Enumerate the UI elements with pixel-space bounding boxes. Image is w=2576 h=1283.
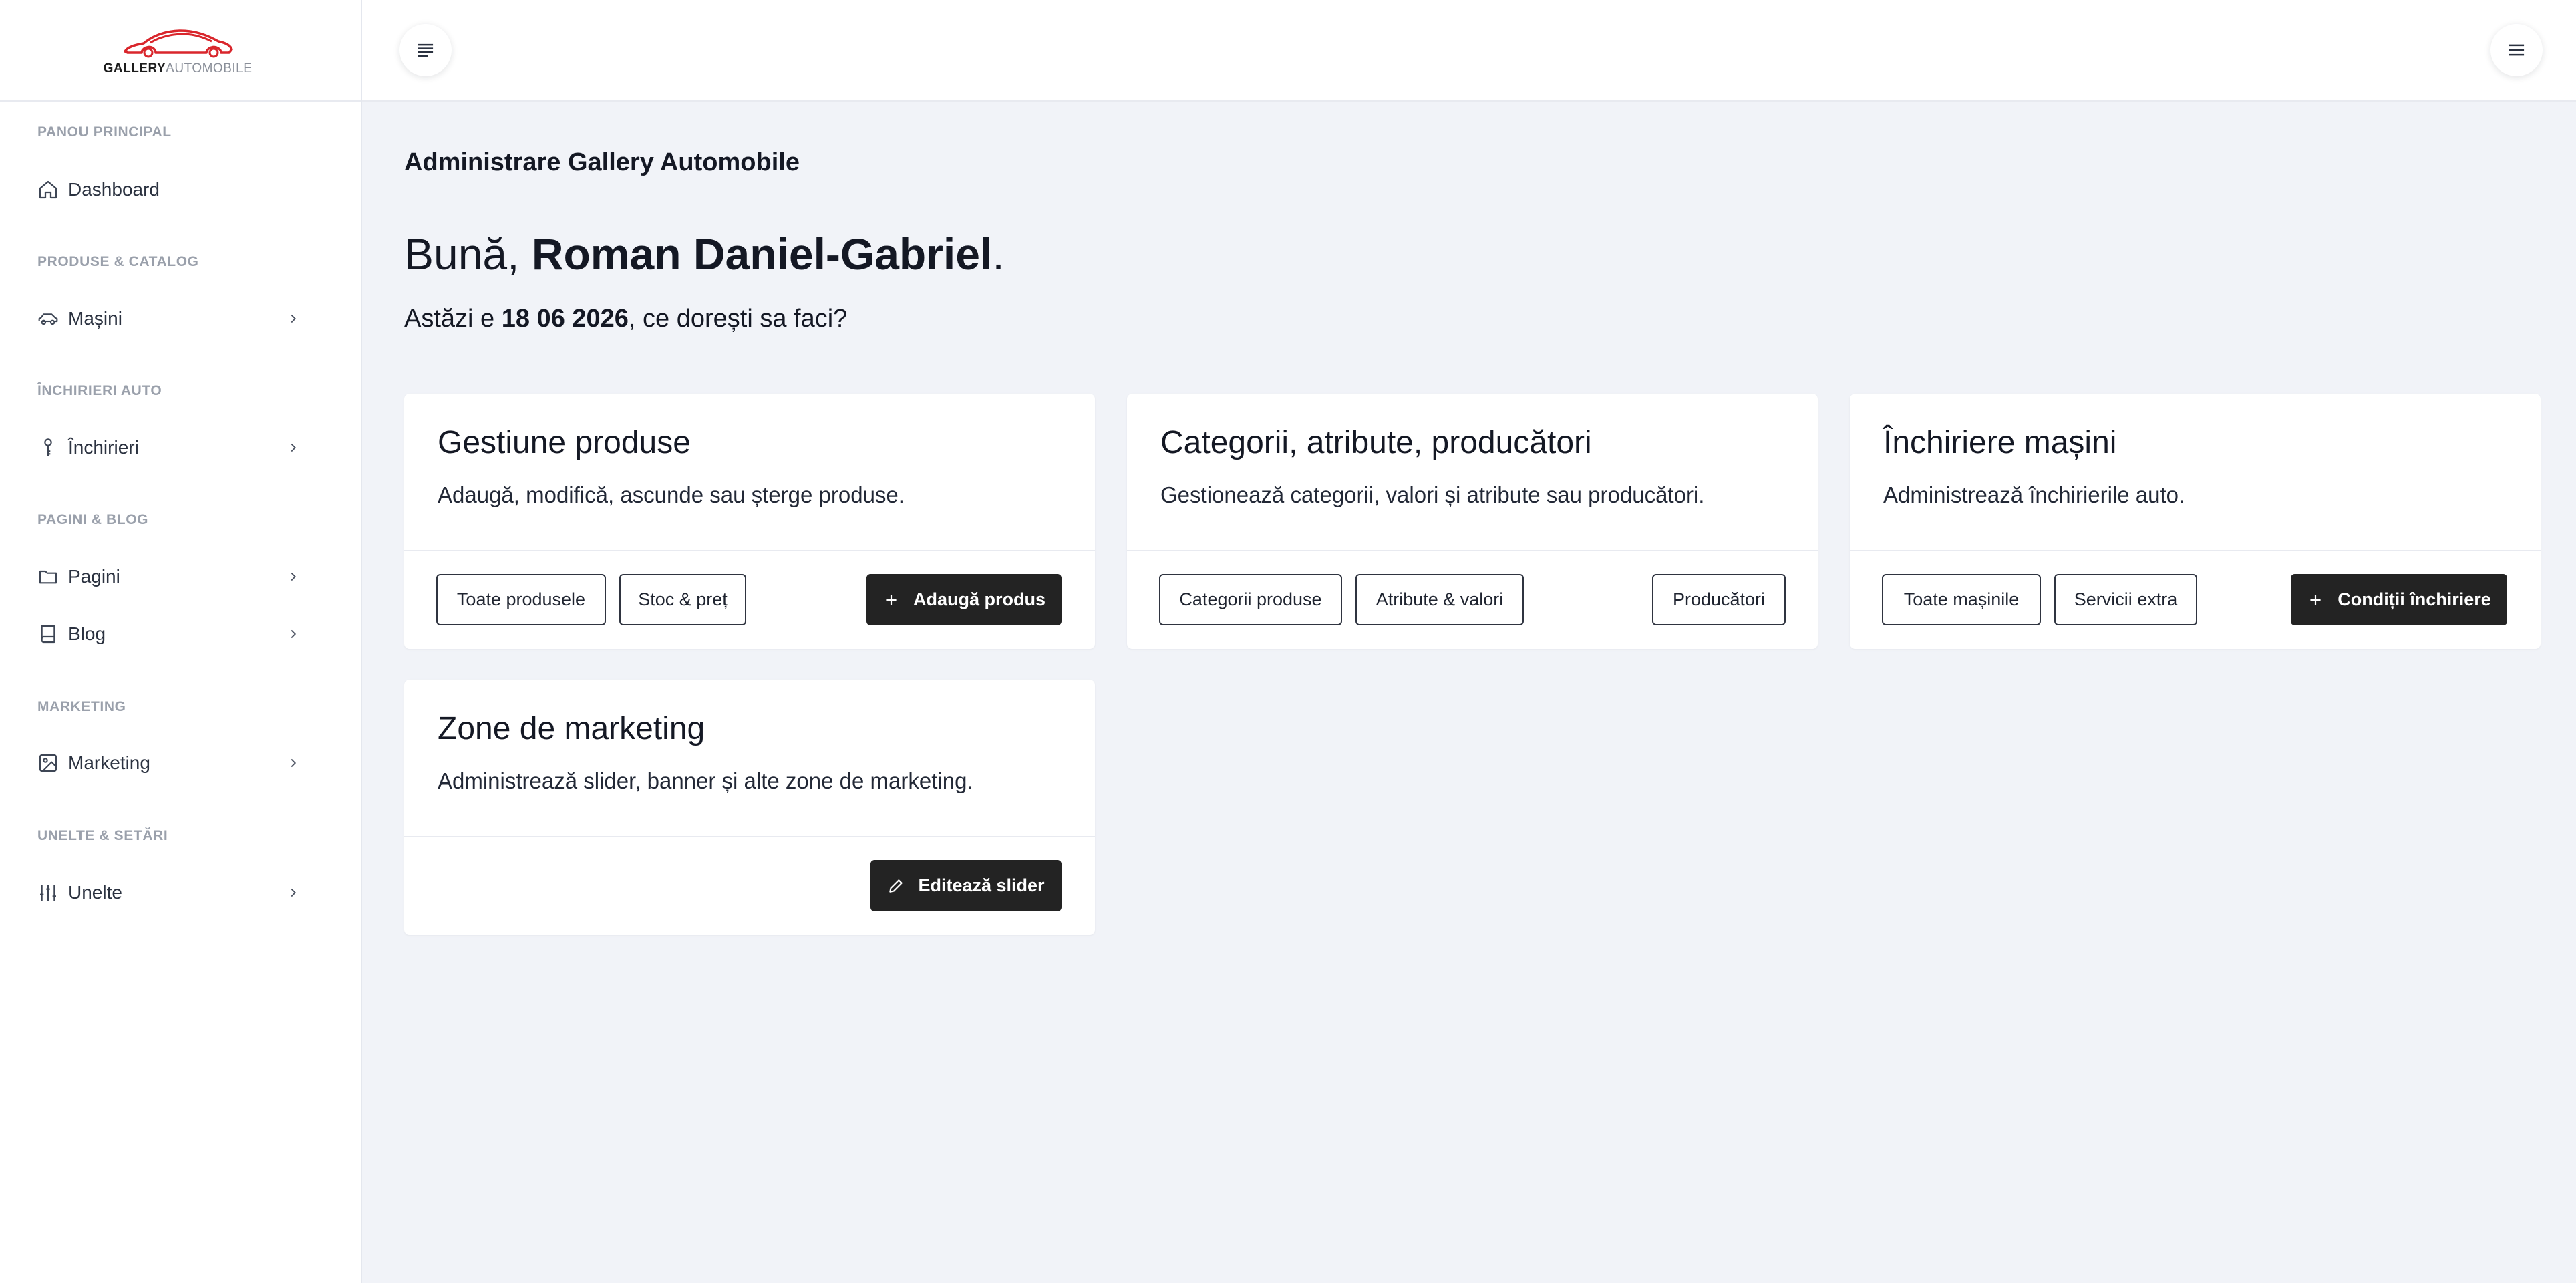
- sidebar-item-blog[interactable]: Blog: [37, 614, 302, 654]
- align-left-icon: [413, 37, 438, 63]
- sidebar-item-label: Blog: [68, 623, 106, 644]
- card-footer: Toate produsele Stoc & preț Adaugă produ…: [404, 551, 1095, 649]
- page-title: Administrare Gallery Automobile: [404, 148, 800, 176]
- card-title: Închiriere mașini: [1883, 425, 2117, 460]
- key-icon: [37, 436, 61, 460]
- producatori-button[interactable]: Producători: [1652, 574, 1786, 625]
- plus-icon: [882, 591, 900, 609]
- stoc-pret-button[interactable]: Stoc & preț: [619, 574, 746, 625]
- section-marketing: MARKETING: [37, 699, 126, 714]
- sidebar-item-label: Marketing: [68, 752, 150, 773]
- card-description: Administrează închirierile auto.: [1883, 482, 2185, 507]
- logo-wordmark: GALLERYAUTOMOBILE: [104, 62, 253, 76]
- chevron-right-icon: [286, 569, 302, 585]
- card-footer: Categorii produse Atribute & valori Prod…: [1127, 551, 1818, 649]
- date-suffix: , ce dorești sa faci?: [628, 305, 848, 333]
- logo-text-light: AUTOMOBILE: [166, 61, 253, 76]
- book-icon: [37, 622, 61, 646]
- sidebar-item-unelte[interactable]: Unelte: [37, 873, 302, 913]
- menu-button[interactable]: [2490, 24, 2543, 76]
- button-label: Condiții închiriere: [2338, 589, 2491, 609]
- admin-app: GALLERYAUTOMOBILE PANOU PRINCIPAL Dashbo…: [0, 0, 2576, 1283]
- sidebar-toggle-button[interactable]: [399, 24, 452, 76]
- date-line: Astăzi e 18 06 2026, ce dorești sa faci?: [404, 305, 847, 333]
- section-produse-catalog: PRODUSE & CATALOG: [37, 254, 199, 269]
- plus-icon: [2307, 591, 2324, 609]
- sidebar-item-label: Pagini: [68, 566, 120, 587]
- image-icon: [37, 751, 61, 775]
- logo-area: GALLERYAUTOMOBILE: [0, 0, 361, 102]
- card-description: Administrează slider, banner și alte zon…: [438, 768, 973, 793]
- chevron-right-icon: [286, 885, 302, 901]
- current-date: 18 06 2026: [501, 305, 629, 333]
- sidebar-item-label: Dashboard: [68, 179, 160, 200]
- card-body: Gestiune produse Adaugă, modifică, ascun…: [404, 394, 1095, 551]
- sidebar-item-inchirieri[interactable]: Închirieri: [37, 428, 302, 468]
- car-logo-icon: [124, 29, 233, 58]
- car-icon: [37, 307, 61, 331]
- gallery-automobile-logo[interactable]: GALLERYAUTOMOBILE: [104, 25, 253, 76]
- card-title: Zone de marketing: [438, 711, 705, 746]
- toate-masinile-button[interactable]: Toate mașinile: [1882, 574, 2041, 625]
- adauga-produs-button[interactable]: Adaugă produs: [866, 574, 1062, 625]
- editeaza-slider-button[interactable]: Editează slider: [870, 860, 1062, 911]
- sidebar-item-label: Mașini: [68, 308, 122, 329]
- sidebar: GALLERYAUTOMOBILE PANOU PRINCIPAL Dashbo…: [0, 0, 362, 1283]
- card-title: Categorii, atribute, producători: [1160, 425, 1592, 460]
- sliders-icon: [37, 881, 61, 905]
- card-body: Închiriere mașini Administrează închirie…: [1850, 394, 2541, 551]
- sidebar-item-label: Închirieri: [68, 437, 139, 458]
- topbar: [362, 0, 2576, 102]
- card-description: Gestionează categorii, valori și atribut…: [1160, 482, 1705, 507]
- servicii-extra-button[interactable]: Servicii extra: [2054, 574, 2197, 625]
- pencil-icon: [887, 877, 905, 895]
- sidebar-item-dashboard[interactable]: Dashboard: [37, 170, 302, 210]
- greeting-prefix: Bună,: [404, 229, 532, 279]
- card-body: Zone de marketing Administrează slider, …: [404, 680, 1095, 837]
- card-description: Adaugă, modifică, ascunde sau șterge pro…: [438, 482, 905, 507]
- user-name: Roman Daniel-Gabriel: [531, 229, 993, 279]
- card-zone-marketing: Zone de marketing Administrează slider, …: [404, 680, 1095, 935]
- hamburger-menu-icon: [2504, 37, 2529, 63]
- card-title: Gestiune produse: [438, 425, 691, 460]
- chevron-right-icon: [286, 626, 302, 642]
- sidebar-item-pagini[interactable]: Pagini: [37, 557, 302, 597]
- chevron-right-icon: [286, 311, 302, 327]
- section-inchirieri-auto: ÎNCHIRIERI AUTO: [37, 383, 162, 398]
- logo-text-bold: GALLERY: [103, 61, 166, 76]
- categorii-produse-button[interactable]: Categorii produse: [1159, 574, 1342, 625]
- sidebar-item-label: Unelte: [68, 882, 122, 903]
- card-footer: Editează slider: [404, 837, 1095, 935]
- button-label: Editează slider: [918, 875, 1045, 895]
- button-label: Adaugă produs: [913, 589, 1046, 609]
- chevron-right-icon: [286, 440, 302, 456]
- chevron-right-icon: [286, 755, 302, 771]
- card-body: Categorii, atribute, producători Gestion…: [1127, 394, 1818, 551]
- toate-produsele-button[interactable]: Toate produsele: [436, 574, 606, 625]
- card-categorii-atribute: Categorii, atribute, producători Gestion…: [1127, 394, 1818, 649]
- atribute-valori-button[interactable]: Atribute & valori: [1355, 574, 1524, 625]
- section-unelte-setari: UNELTE & SETĂRI: [37, 828, 168, 843]
- greeting: Bună, Roman Daniel-Gabriel.: [404, 229, 1005, 279]
- conditii-inchiriere-button[interactable]: Condiții închiriere: [2291, 574, 2507, 625]
- card-gestiune-produse: Gestiune produse Adaugă, modifică, ascun…: [404, 394, 1095, 649]
- section-pagini-blog: PAGINI & BLOG: [37, 512, 149, 527]
- card-inchiriere-masini: Închiriere mașini Administrează închirie…: [1850, 394, 2541, 649]
- date-prefix: Astăzi e: [404, 305, 502, 333]
- sidebar-item-marketing[interactable]: Marketing: [37, 743, 302, 783]
- main-content: Administrare Gallery Automobile Bună, Ro…: [362, 102, 2576, 1283]
- section-panou-principal: PANOU PRINCIPAL: [37, 124, 172, 140]
- card-footer: Toate mașinile Servicii extra Condiții î…: [1850, 551, 2541, 649]
- greeting-suffix: .: [992, 229, 1005, 279]
- sidebar-item-masini[interactable]: Mașini: [37, 299, 302, 339]
- home-icon: [37, 178, 61, 202]
- folder-icon: [37, 565, 61, 589]
